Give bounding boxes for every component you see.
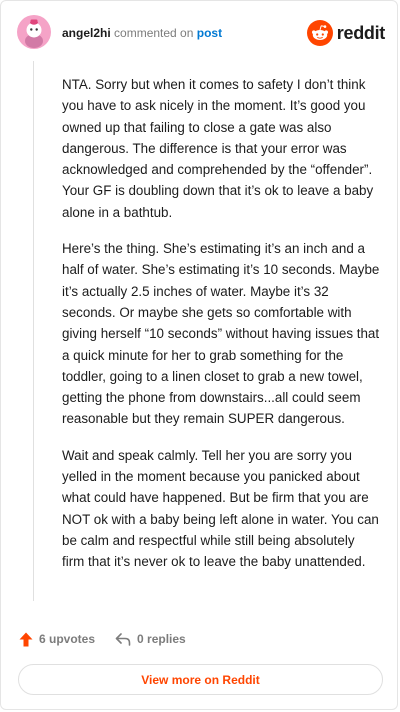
reply-button[interactable]: 0 replies bbox=[115, 632, 186, 646]
comment-header: angel2hi commented on post reddit bbox=[17, 15, 385, 53]
username[interactable]: angel2hi bbox=[62, 26, 111, 40]
comment-paragraph: Here’s the thing. She’s estimating it’s … bbox=[62, 241, 380, 427]
comment-footer: 6 upvotes 0 replies bbox=[19, 629, 206, 649]
reddit-wordmark: reddit bbox=[336, 22, 386, 43]
reply-count: 0 replies bbox=[137, 632, 186, 646]
upvote-arrow-icon bbox=[19, 632, 33, 646]
comment-paragraph: Wait and speak calmly. Tell her you are … bbox=[62, 447, 379, 570]
comment-embed-card: angel2hi commented on post reddit NTA. S… bbox=[0, 0, 398, 710]
upvote-button[interactable]: 6 upvotes bbox=[19, 632, 95, 647]
user-avatar[interactable] bbox=[17, 15, 51, 49]
post-link[interactable]: post bbox=[197, 26, 222, 40]
comment-byline: angel2hi commented on post bbox=[62, 26, 222, 40]
view-more-button[interactable]: View more on Reddit bbox=[18, 664, 383, 695]
upvote-count: 6 upvotes bbox=[39, 632, 96, 646]
reddit-logo[interactable]: reddit bbox=[306, 20, 386, 46]
thread-line bbox=[33, 61, 34, 601]
comment-paragraph: NTA. Sorry but when it comes to safety I… bbox=[62, 77, 374, 220]
comment-body: NTA. Sorry but when it comes to safety I… bbox=[62, 74, 380, 588]
reply-arrow-icon bbox=[115, 632, 131, 646]
action-text: commented on bbox=[114, 26, 194, 40]
reddit-snoo-icon bbox=[306, 20, 333, 46]
